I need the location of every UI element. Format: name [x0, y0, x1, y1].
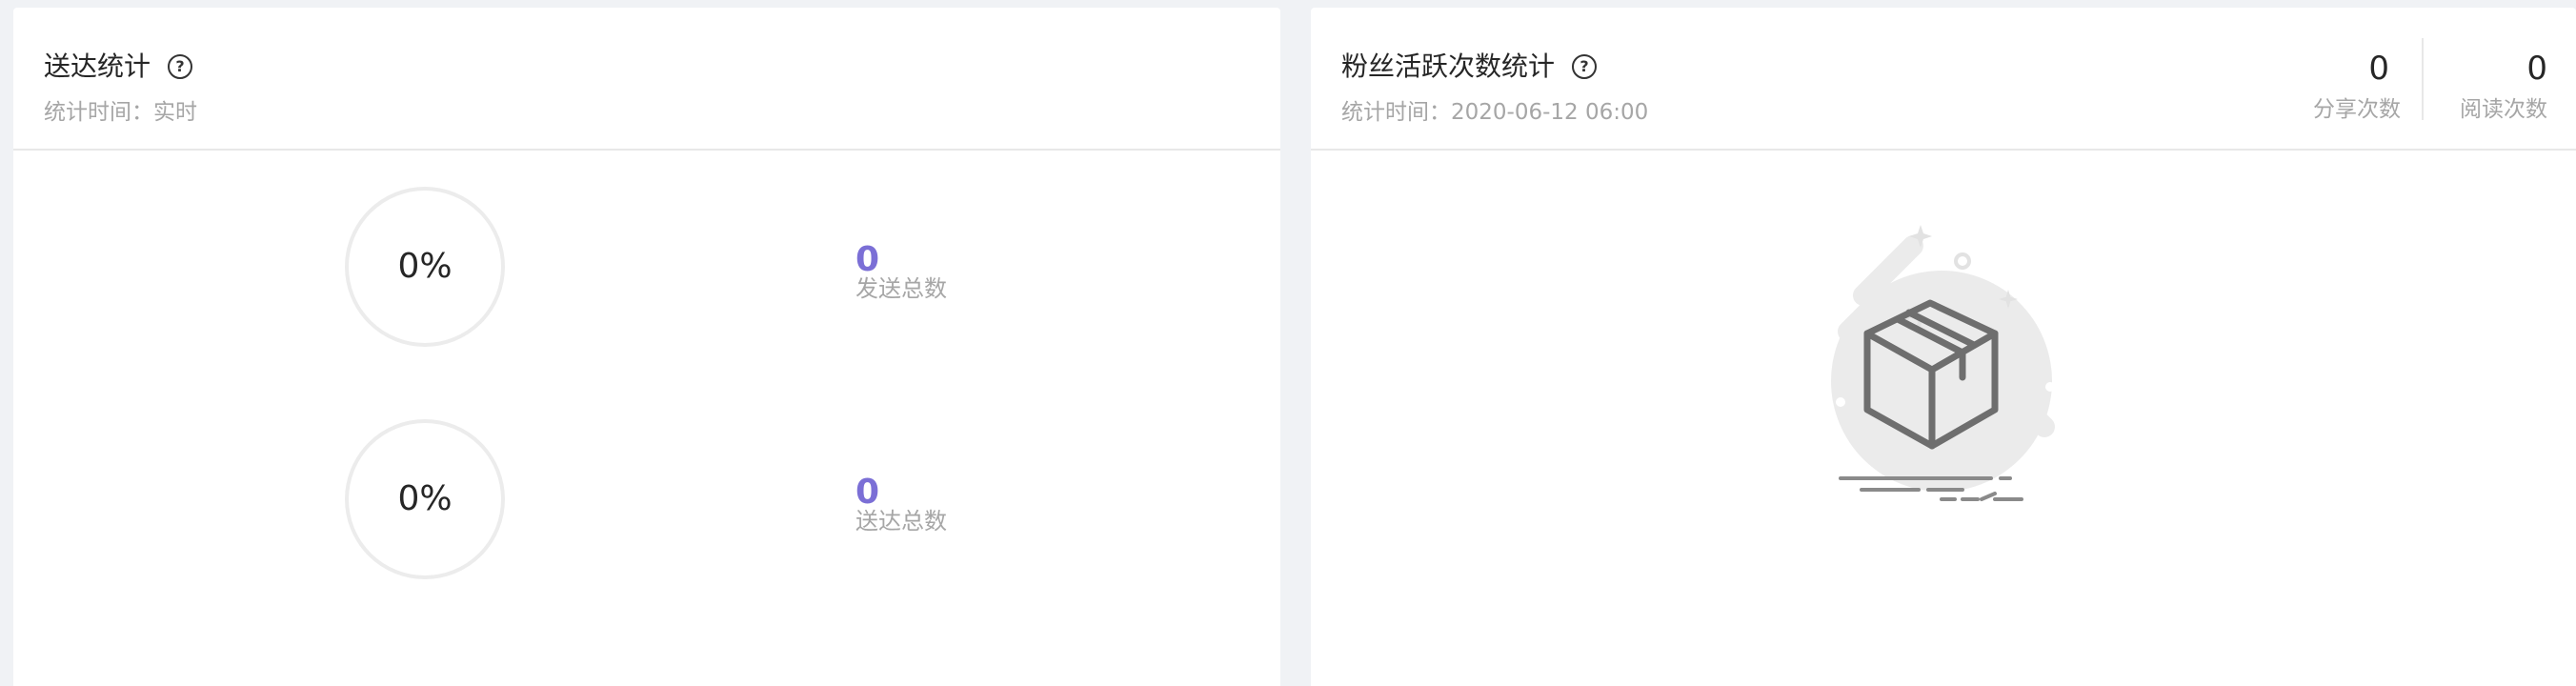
share-count-value: 0	[2368, 50, 2389, 88]
delivery-rate-percent: 0%	[397, 479, 453, 518]
delivery-stats-header: 送达统计 ? 统计时间：实时	[13, 8, 1280, 151]
help-icon[interactable]: ?	[1572, 54, 1598, 79]
fans-activity-card: 粉丝活跃次数统计 ? 统计时间：2020-06-12 06:00 0 分享次数 …	[1311, 8, 2576, 686]
help-icon[interactable]: ?	[168, 54, 193, 79]
share-count-label: 分享次数	[2313, 97, 2401, 122]
delivery-stats-time: 统计时间：实时	[44, 100, 197, 125]
empty-box-icon	[1831, 225, 2055, 501]
send-rate-percent: 0%	[397, 247, 453, 286]
delivery-total-label: 送达总数	[855, 508, 947, 535]
send-total-value: 0	[855, 240, 880, 279]
fans-activity-title-row: 粉丝活跃次数统计 ?	[1341, 48, 1598, 86]
fans-activity-header: 粉丝活跃次数统计 ? 统计时间：2020-06-12 06:00 0 分享次数 …	[1311, 8, 2576, 151]
fans-activity-time: 统计时间：2020-06-12 06:00	[1341, 100, 1649, 125]
fans-activity-title: 粉丝活跃次数统计	[1341, 50, 1556, 82]
read-count-label: 阅读次数	[2460, 97, 2547, 122]
read-count-value: 0	[2526, 50, 2547, 88]
send-total-label: 发送总数	[855, 275, 947, 302]
delivery-stats-title: 送达统计	[44, 50, 151, 82]
metric-divider	[2422, 38, 2424, 120]
delivery-total-value: 0	[855, 473, 880, 512]
delivery-stats-title-row: 送达统计 ?	[44, 48, 193, 86]
delivery-stats-card: 送达统计 ? 统计时间：实时 0% 0 发送总数 0% 0 送达总数	[13, 8, 1280, 686]
